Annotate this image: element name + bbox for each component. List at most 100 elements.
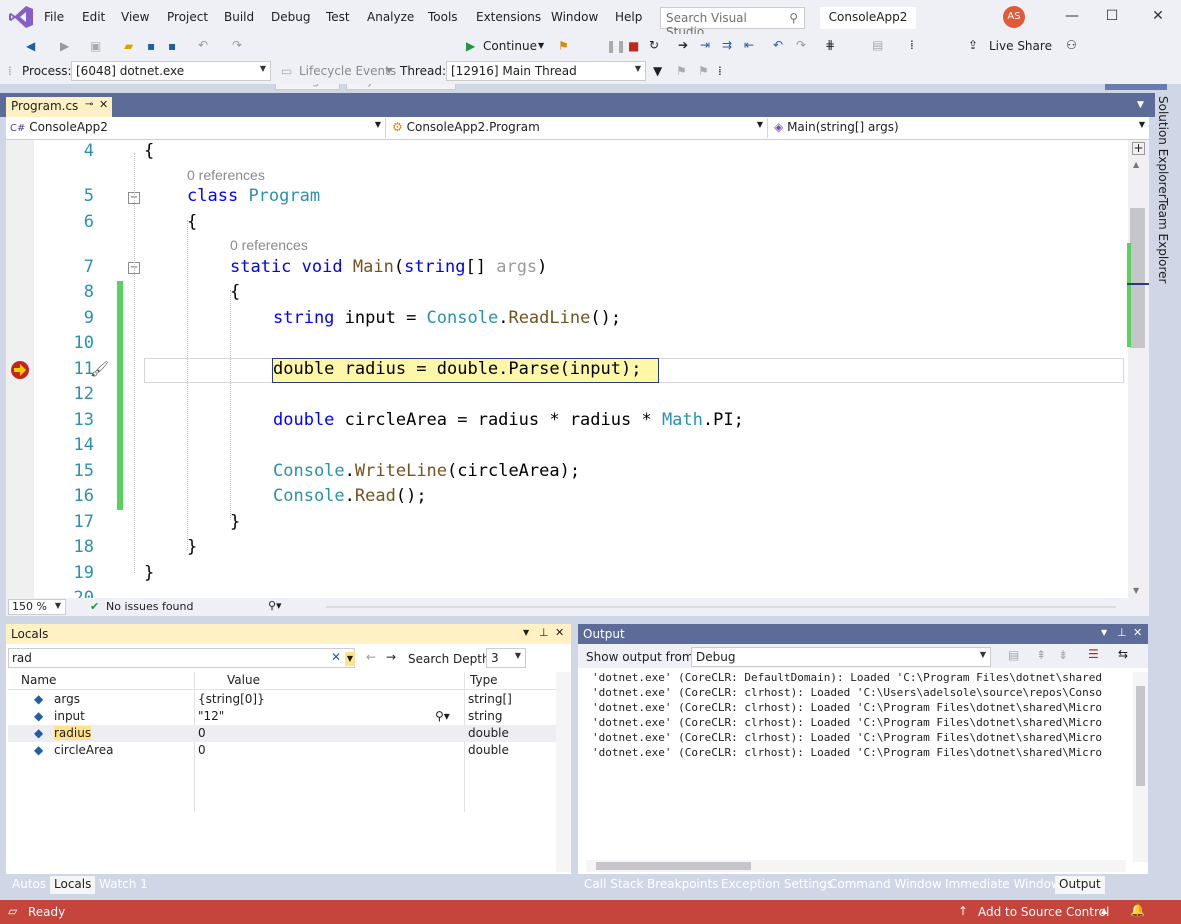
menu-window[interactable]: Window: [551, 10, 598, 24]
tab-immediate-window[interactable]: Immediate Window: [941, 876, 1065, 894]
word-wrap-icon[interactable]: ⇆: [1118, 647, 1128, 661]
menu-view[interactable]: View: [121, 10, 149, 24]
zoom-select[interactable]: 150 % ▼: [8, 599, 66, 615]
close-icon[interactable]: ✕: [555, 626, 564, 639]
back-icon[interactable]: ◀: [26, 38, 35, 54]
text-visualizer-icon[interactable]: ⚲▾: [435, 709, 450, 723]
minimize-icon[interactable]: —: [1064, 8, 1080, 24]
codelens-references[interactable]: 0 references: [187, 167, 265, 183]
row-value[interactable]: 0: [198, 743, 206, 757]
menu-tools[interactable]: Tools: [428, 10, 458, 24]
pin-icon[interactable]: ⊸: [85, 99, 93, 110]
search-input[interactable]: Search Visual Studio... ⚲: [660, 7, 805, 39]
notifications-icon[interactable]: 🔔: [1130, 903, 1145, 917]
tab-output[interactable]: Output: [1055, 876, 1105, 894]
clear-all-icon[interactable]: ☰: [1088, 647, 1099, 661]
tab-list-dropdown-icon[interactable]: ▼: [1137, 100, 1144, 110]
tab-close-icon[interactable]: ✕: [99, 98, 108, 111]
hot-reload-icon[interactable]: ⚑: [558, 38, 569, 54]
search-dropdown-icon[interactable]: ▼: [345, 652, 355, 666]
live-share-icon[interactable]: ⇪: [968, 37, 978, 53]
table-row[interactable]: ◆ circleArea 0 double: [8, 742, 556, 759]
codelens-references[interactable]: 0 references: [230, 237, 308, 253]
comment-icon[interactable]: ▤: [872, 37, 883, 53]
menu-help[interactable]: Help: [615, 10, 642, 24]
menu-file[interactable]: File: [44, 10, 64, 24]
menu-edit[interactable]: Edit: [82, 10, 105, 24]
save-all-icon[interactable]: ▪: [168, 38, 176, 54]
menu-analyze[interactable]: Analyze: [367, 10, 414, 24]
thread-select[interactable]: [12916] Main Thread ▼: [446, 61, 646, 81]
tab-breakpoints[interactable]: Breakpoints: [643, 876, 722, 894]
issues-status[interactable]: No issues found: [106, 600, 193, 613]
maximize-icon[interactable]: ☐: [1104, 8, 1120, 24]
add-to-source-control-button[interactable]: Add to Source Control: [978, 905, 1109, 919]
solution-explorer-tab[interactable]: Solution Explorer: [1156, 96, 1170, 199]
horizontal-scrollbar[interactable]: [326, 606, 1116, 608]
output-horizontal-scrollbar[interactable]: [586, 860, 1126, 872]
feedback-icon[interactable]: ⚇: [1066, 37, 1077, 53]
tab-locals[interactable]: Locals: [50, 876, 96, 894]
break-all-icon[interactable]: ❚❚: [606, 38, 626, 54]
scrollbar-thumb[interactable]: [1130, 208, 1145, 348]
lifecycle-events-button[interactable]: Lifecycle Events: [299, 63, 396, 79]
member-dropdown[interactable]: ◈ Main(string[] args) ▼: [770, 118, 1149, 138]
chevron-up-icon[interactable]: ▲: [1101, 906, 1107, 915]
next-message-icon[interactable]: ⇟: [1058, 648, 1068, 662]
tab-exception-settings[interactable]: Exception Settings: [717, 876, 837, 894]
menu-build[interactable]: Build: [224, 10, 254, 24]
project-dropdown[interactable]: C# ConsoleApp2 ▼: [6, 118, 386, 138]
scrollbar-thumb[interactable]: [1136, 686, 1145, 786]
scroll-down-icon[interactable]: ▼: [1133, 586, 1139, 595]
menu-project[interactable]: Project: [167, 10, 208, 24]
row-value[interactable]: "12": [198, 709, 224, 723]
quick-actions-icon[interactable]: 🖌: [90, 360, 109, 378]
code-editor[interactable]: 4 5 6 7 8 9 10 11 12 13 14 15 16 17 18 1…: [6, 140, 1149, 598]
previous-message-icon[interactable]: ⇞: [1036, 648, 1046, 662]
process-select[interactable]: [6048] dotnet.exe ▼: [71, 61, 271, 81]
search-depth-select[interactable]: 3 ▼: [486, 648, 526, 668]
column-type[interactable]: Type: [470, 673, 498, 687]
table-row[interactable]: ◆ args {string[0]} string[]: [8, 691, 556, 708]
pin-icon[interactable]: ⊥: [1117, 626, 1127, 639]
output-source-select[interactable]: Debug ▼: [691, 647, 991, 667]
lifecycle-dropdown-icon[interactable]: ▼: [386, 63, 392, 79]
team-explorer-tab[interactable]: Team Explorer: [1156, 198, 1170, 284]
redo-edit-icon[interactable]: ↷: [796, 37, 806, 53]
scrollbar-thumb[interactable]: [596, 862, 751, 870]
step-over-icon[interactable]: ⇉: [722, 37, 732, 53]
toolbar-options-icon[interactable]: ⁞: [910, 37, 914, 53]
window-position-icon[interactable]: ▼: [523, 628, 529, 637]
undo-icon[interactable]: ↶: [198, 37, 208, 53]
show-next-statement-icon[interactable]: ➔: [678, 37, 688, 53]
search-previous-icon[interactable]: ←: [366, 650, 376, 664]
avatar[interactable]: AS: [1003, 6, 1025, 28]
continue-icon[interactable]: ▶: [466, 38, 475, 54]
step-out-icon[interactable]: ⇤: [744, 37, 754, 53]
menu-extensions[interactable]: Extensions: [476, 10, 541, 24]
row-value[interactable]: {string[0]}: [198, 692, 265, 706]
scroll-up-icon[interactable]: ▲: [1133, 160, 1139, 169]
menu-test[interactable]: Test: [326, 10, 350, 24]
row-value[interactable]: 0: [198, 726, 206, 740]
find-message-icon[interactable]: ▤: [1008, 648, 1019, 662]
forward-icon[interactable]: ▶: [60, 38, 69, 54]
continue-dropdown-icon[interactable]: ▼: [538, 38, 544, 54]
stop-icon[interactable]: ■: [628, 38, 639, 54]
undo-edit-icon[interactable]: ↶: [773, 37, 783, 53]
menu-debug[interactable]: Debug: [271, 10, 310, 24]
column-value[interactable]: Value: [227, 673, 260, 687]
output-vertical-scrollbar[interactable]: [1133, 672, 1148, 862]
window-position-icon[interactable]: ▼: [1101, 628, 1107, 637]
table-row[interactable]: ◆ radius 0 double: [8, 725, 556, 742]
tab-program-cs[interactable]: Program.cs ⊸ ✕: [6, 97, 112, 117]
new-project-icon[interactable]: ▣: [90, 38, 101, 54]
step-into-icon[interactable]: ⇥: [700, 37, 710, 53]
locals-search-input[interactable]: rad ✕: [8, 648, 355, 668]
flag-threads-icon[interactable]: ⚑: [698, 63, 709, 79]
restart-icon[interactable]: ↻: [649, 37, 659, 53]
table-row[interactable]: ◆ input "12" ⚲▾ string: [8, 708, 556, 725]
column-name[interactable]: Name: [21, 673, 56, 687]
pin-icon[interactable]: ⊥: [539, 626, 549, 639]
save-icon[interactable]: ▪: [147, 38, 155, 54]
